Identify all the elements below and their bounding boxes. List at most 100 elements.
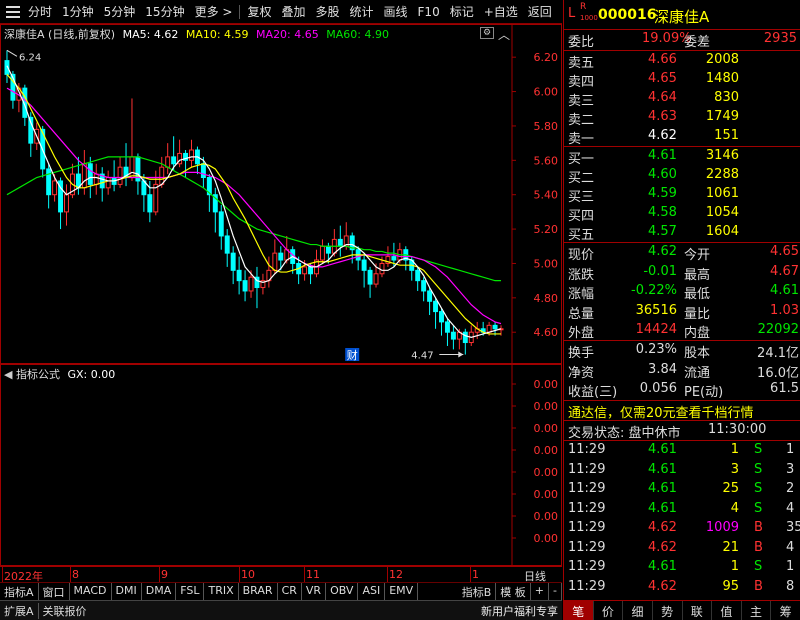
ask-row[interactable]: 卖一 4.62 151 xyxy=(564,127,800,147)
indicator-tab[interactable]: 窗口 xyxy=(39,583,70,600)
indicator-tab[interactable]: 指标B xyxy=(458,583,497,600)
toolbar-back[interactable]: 返回 xyxy=(523,3,557,20)
toolbar-stats[interactable]: 统计 xyxy=(345,3,379,20)
bid-row[interactable]: 买四 4.58 1054 xyxy=(564,204,800,224)
ask-row[interactable]: 卖四 4.65 1480 xyxy=(564,70,800,90)
tick-count: 2 xyxy=(786,481,795,496)
stat-value: 22092 xyxy=(757,322,799,337)
indicator-tab[interactable]: ASI xyxy=(358,583,386,600)
ma20-line xyxy=(6,87,502,325)
quote-tab[interactable]: 值 xyxy=(712,601,742,620)
indicator-tab[interactable]: FSL xyxy=(176,583,205,600)
low-arrow-icon xyxy=(458,351,464,358)
collapse-up-icon[interactable]: ︿ xyxy=(498,26,510,43)
candle xyxy=(450,325,456,350)
quote-tab[interactable]: 联 xyxy=(683,601,713,620)
bid-row[interactable]: 买二 4.60 2288 xyxy=(564,166,800,186)
candle xyxy=(93,163,99,195)
candle xyxy=(99,167,105,202)
indicator-tab[interactable]: DMI xyxy=(112,583,142,600)
quote-panel: L R 1000 000016 深康佳A 委比 19.09% 委差 2935 通… xyxy=(563,0,800,620)
candle xyxy=(111,160,117,192)
toolbar-overlay[interactable]: 叠加 xyxy=(276,3,310,20)
toolbar-5min[interactable]: 5分钟 xyxy=(99,3,141,20)
indicator-tab[interactable]: TRIX xyxy=(204,583,239,600)
stat-value: 1.03 xyxy=(770,302,799,318)
level-price: 4.61 xyxy=(648,148,677,163)
status-expand-a[interactable]: 扩展A xyxy=(0,603,38,619)
quote-tab[interactable]: 细 xyxy=(623,601,653,620)
ma10-legend: MA10: 4.59 xyxy=(185,28,249,41)
candle xyxy=(236,256,242,295)
ask-row[interactable]: 卖五 4.66 2008 xyxy=(564,51,800,71)
toolbar-draw-line[interactable]: 画线 xyxy=(379,3,413,20)
status-related-quote[interactable]: 关联报价 xyxy=(37,602,91,619)
tick-volume: 25 xyxy=(722,481,739,496)
stat-value: 36516 xyxy=(635,302,677,318)
indicator-tab[interactable]: MACD xyxy=(70,583,112,600)
ma5-line xyxy=(6,65,502,338)
tick-side: B xyxy=(754,539,763,555)
ask-row[interactable]: 卖二 4.63 1749 xyxy=(564,108,800,128)
price-tick-label: 5.40 xyxy=(534,189,559,202)
toolbar-fuquan[interactable]: 复权 xyxy=(242,3,276,20)
level-label: 卖二 xyxy=(568,113,595,128)
tick-count: 4 xyxy=(786,539,795,555)
candle xyxy=(194,146,200,175)
toolbar-mark[interactable]: 标记 xyxy=(445,3,479,20)
date-axis: 2022年 8 9 10 11 12 1 日线 xyxy=(0,566,562,583)
tick-price: 4.61 xyxy=(648,481,677,496)
stat-value: 4.67 xyxy=(770,263,799,279)
bid-row[interactable]: 买一 4.61 3146 xyxy=(564,147,800,167)
settings-icon[interactable]: ⚙ xyxy=(480,27,494,39)
indicator-tab[interactable]: OBV xyxy=(326,583,359,600)
toolbar-15min[interactable]: 15分钟 xyxy=(140,3,189,20)
promo-text[interactable]: 通达信，仅需20元查看千档行情 xyxy=(568,402,754,421)
stat-value: 4.61 xyxy=(770,283,799,298)
indicator-collapse-icon[interactable]: ◀ xyxy=(4,368,12,381)
indicator-tab[interactable]: + xyxy=(531,583,550,600)
indicator-tab[interactable]: 模 板 xyxy=(496,583,531,600)
ask-row[interactable]: 卖三 4.64 830 xyxy=(564,89,800,109)
tick-side: B xyxy=(754,578,763,594)
tick-price: 4.61 xyxy=(648,461,677,477)
tick-count: 8 xyxy=(786,578,795,594)
promo-row[interactable]: 通达信，仅需20元查看千档行情 xyxy=(564,401,800,421)
toolbar-more[interactable]: 更多 > xyxy=(190,3,238,20)
bid-row[interactable]: 买五 4.57 1604 xyxy=(564,223,800,243)
indicator-tab[interactable]: CR xyxy=(278,583,302,600)
indicator-tab[interactable]: DMA xyxy=(142,583,177,600)
indicator-tab[interactable]: EMV xyxy=(385,583,419,600)
quote-tab[interactable]: 主 xyxy=(742,601,772,620)
level-label: 买二 xyxy=(568,171,595,186)
toolbar-add-watchlist[interactable]: +自选 xyxy=(479,3,523,20)
indicator-tab[interactable]: BRAR xyxy=(239,583,278,600)
menu-icon[interactable] xyxy=(6,5,20,18)
indicator-tab[interactable]: 指标A xyxy=(0,583,39,600)
toolbar-fenshi[interactable]: 分时 xyxy=(23,3,57,20)
toolbar-f10[interactable]: F10 xyxy=(413,5,445,19)
fund-row: 收益(三) 0.056 PE(动) 61.5 xyxy=(564,380,800,400)
quote-tab[interactable]: 笔 xyxy=(564,601,594,620)
status-promo[interactable]: 新用户福利专享 xyxy=(477,603,562,619)
quote-tab[interactable]: 势 xyxy=(653,601,683,620)
bid-row[interactable]: 买三 4.59 1061 xyxy=(564,185,800,205)
level-volume: 1749 xyxy=(705,109,739,124)
indicator-legend: ◀ 指标公式 GX: 0.00 xyxy=(4,366,115,382)
kline-chart[interactable]: 6.20 6.00 5.80 5.60 5.40 5.20 5.00 4.80 4.60 6.24… xyxy=(0,24,562,364)
candle xyxy=(165,143,171,175)
tick-price: 4.61 xyxy=(648,559,677,574)
level-price: 4.65 xyxy=(648,71,677,86)
indicator-tab[interactable]: - xyxy=(549,583,562,600)
indicator-tab[interactable]: VR xyxy=(302,583,327,600)
quote-tab[interactable]: 价 xyxy=(594,601,624,620)
date-tick-label: 11 xyxy=(306,568,320,581)
level-label: 买一 xyxy=(568,152,595,167)
toolbar-1min[interactable]: 1分钟 xyxy=(57,3,99,20)
toolbar-multi-stock[interactable]: 多股 xyxy=(310,3,344,20)
indicator-tick-label: 0.00 xyxy=(534,400,559,413)
candle xyxy=(212,187,218,233)
quote-tab[interactable]: 筹 xyxy=(771,601,800,620)
candle xyxy=(439,308,444,336)
level-price: 4.66 xyxy=(648,52,677,67)
